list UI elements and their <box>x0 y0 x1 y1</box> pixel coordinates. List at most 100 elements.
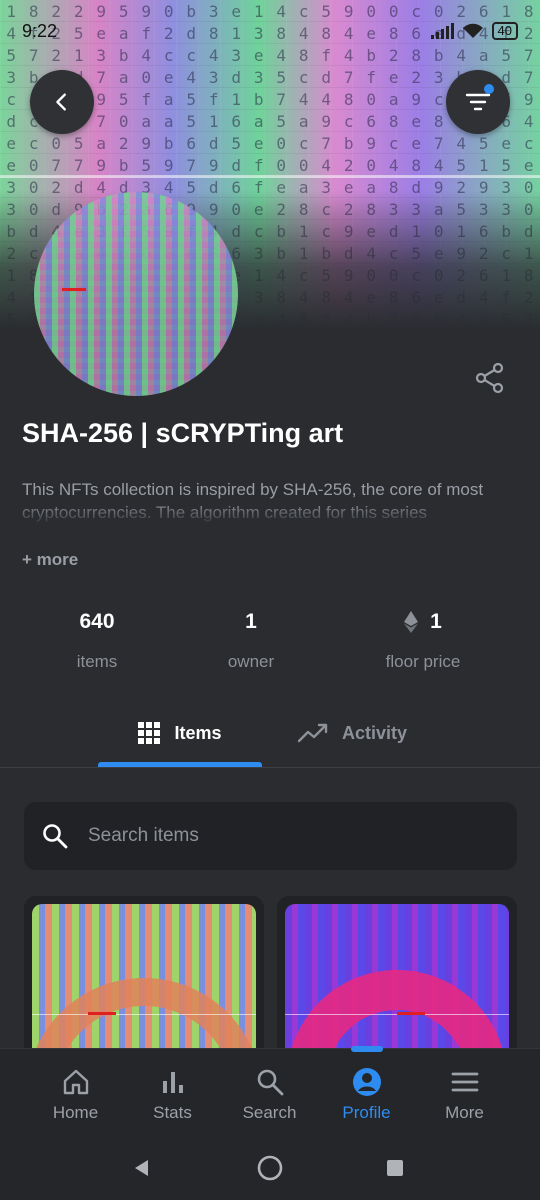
banner-hex-char: 9 <box>141 133 152 153</box>
banner-hex-char: 4 <box>456 133 467 153</box>
nav-active-indicator <box>351 1046 383 1052</box>
banner-hex-char: 5 <box>141 155 152 175</box>
search-input[interactable] <box>88 825 468 847</box>
system-back-icon[interactable] <box>132 1158 152 1178</box>
share-icon[interactable] <box>474 362 506 394</box>
home-icon <box>63 1069 88 1095</box>
banner-hex-char: 8 <box>411 155 422 175</box>
nav-more[interactable]: More <box>416 1067 513 1123</box>
banner-hex-char: 7 <box>51 155 62 175</box>
more-link[interactable]: + more <box>22 550 78 570</box>
banner-hex-char: e <box>163 67 174 87</box>
nav-stats-label: Stats <box>153 1103 192 1122</box>
banner-hex-char: b <box>343 133 354 153</box>
banner-hex-char: f <box>141 89 152 109</box>
banner-hex-char: d <box>231 155 242 175</box>
banner-hex-char: 7 <box>276 89 287 109</box>
banner-divider-line <box>0 175 540 178</box>
banner-hex-char: 6 <box>186 133 197 153</box>
collection-title: SHA-256 | sCRYPTing art <box>22 418 344 448</box>
banner-hex-char: a <box>163 89 174 109</box>
banner-hex-char: b <box>118 155 129 175</box>
banner-hex-char: c <box>298 133 309 153</box>
banner-hex-char: f <box>366 67 377 87</box>
banner-hex-char: 5 <box>478 133 489 153</box>
banner-hex-char: 4 <box>298 89 309 109</box>
banner-hex-char: 0 <box>298 155 309 175</box>
grid-icon <box>138 722 161 744</box>
system-navigation <box>0 1136 540 1200</box>
banner-hex-char: a <box>96 133 107 153</box>
back-button[interactable] <box>30 70 94 134</box>
banner-hex-char: 0 <box>141 67 152 87</box>
system-home-icon[interactable] <box>257 1155 283 1181</box>
banner-hex-char: e <box>6 155 17 175</box>
banner-hex-char: 8 <box>388 111 399 131</box>
banner-hex-char: 5 <box>501 155 512 175</box>
banner-hex-char: 4 <box>388 155 399 175</box>
banner-hex-char: 8 <box>343 89 354 109</box>
wifi-icon <box>462 23 483 38</box>
banner-hex-char: 5 <box>456 155 467 175</box>
banner-hex-char: c <box>343 111 354 131</box>
banner-hex-char: 9 <box>96 155 107 175</box>
banner-hex-char: 9 <box>366 133 377 153</box>
nav-profile[interactable]: Profile <box>318 1067 415 1123</box>
banner-hex-char: 7 <box>433 133 444 153</box>
banner-hex-char: 3 <box>208 67 219 87</box>
search-bar[interactable] <box>24 802 517 870</box>
stat-owner-label: owner <box>227 652 275 671</box>
banner-hex-char: 7 <box>321 133 332 153</box>
nav-search[interactable]: Search <box>221 1067 318 1123</box>
search-icon <box>257 1069 283 1096</box>
banner-hex-char: c <box>388 133 399 153</box>
nav-home-label: Home <box>52 1103 99 1122</box>
search-icon <box>43 824 68 849</box>
banner-hex-char: c <box>28 133 39 153</box>
banner-hex-char: f <box>208 89 219 109</box>
stat-items: 640 items <box>7 608 187 672</box>
banner-hex-char: 5 <box>73 133 84 153</box>
banner-hex-char: d <box>231 67 242 87</box>
trending-icon <box>298 723 328 743</box>
banner-hex-char: 7 <box>96 67 107 87</box>
banner-hex-char: 7 <box>73 155 84 175</box>
banner-hex-char: 5 <box>118 89 129 109</box>
banner-hex-char: 3 <box>433 67 444 87</box>
banner-hex-char: 0 <box>118 111 129 131</box>
banner-hex-char: 9 <box>411 89 422 109</box>
banner-hex-char: 7 <box>523 67 534 87</box>
nav-stats[interactable]: Stats <box>124 1067 221 1123</box>
banner-hex-char: a <box>388 89 399 109</box>
banner-hex-char: 1 <box>208 111 219 131</box>
nav-home[interactable]: Home <box>27 1067 124 1123</box>
banner-hex-char: 3 <box>253 67 264 87</box>
banner-hex-char: b <box>163 133 174 153</box>
menu-icon <box>451 1072 478 1092</box>
banner-hex-char: 6 <box>231 111 242 131</box>
banner-hex-char: e <box>411 111 422 131</box>
collection-avatar <box>34 192 238 396</box>
banner-hex-char: 5 <box>186 89 197 109</box>
banner-hex-char: 9 <box>163 155 174 175</box>
banner-hex-char: 5 <box>186 111 197 131</box>
banner-hex-char: e <box>6 133 17 153</box>
banner-hex-char: a <box>163 111 174 131</box>
nav-more-label: More <box>445 1103 484 1122</box>
system-recents-icon[interactable] <box>386 1159 404 1177</box>
banner-hex-char: 9 <box>208 155 219 175</box>
filter-button[interactable] <box>446 70 510 134</box>
tab-activity[interactable]: Activity <box>298 700 407 766</box>
banner-hex-char: e <box>523 155 534 175</box>
banner-hex-char: 1 <box>231 89 242 109</box>
banner-hex-char: a <box>141 111 152 131</box>
banner-hex-char: 0 <box>366 155 377 175</box>
stat-owner-value: 1 <box>245 610 257 633</box>
banner-hex-char: 6 <box>366 111 377 131</box>
banner-hex-char: 0 <box>366 89 377 109</box>
banner-hex-char: 4 <box>433 155 444 175</box>
tab-items[interactable]: Items <box>98 700 262 766</box>
banner-hex-char: b <box>253 89 264 109</box>
banner-hex-char: 8 <box>433 111 444 131</box>
ethereum-icon <box>404 611 419 633</box>
